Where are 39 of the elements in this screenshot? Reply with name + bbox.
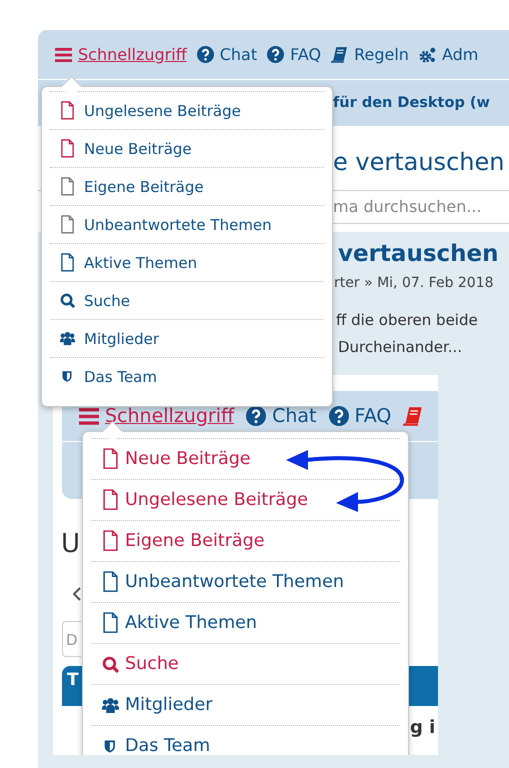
menu-item[interactable]: Suche [50,281,324,319]
nav-link[interactable]: Chat [220,45,258,64]
nav-link[interactable]: Chat [272,405,317,427]
quick-access-link[interactable]: Schnellzugriff [105,405,234,427]
book-icon [331,46,348,63]
nav-link[interactable]: Adm [442,45,478,64]
menu-item[interactable]: Das Team [91,725,400,755]
topic-title: g i [410,717,436,738]
quick-access-link[interactable]: Schnellzugriff [78,45,187,64]
nav-link[interactable]: FAQ [290,45,322,64]
breadcrumb-text: für den Desktop (w [333,95,490,111]
gears-icon [418,46,436,63]
menu-item[interactable]: Ungelesene Beiträge [50,91,324,129]
help-icon [196,46,214,63]
menu-item[interactable]: Mitglieder [50,319,324,357]
menu-item[interactable]: Suche [91,643,400,684]
menu-item[interactable]: Das Team [50,357,324,395]
menu-item[interactable]: Eigene Beiträge [50,167,324,205]
post-text: ff die oberen beide [336,310,479,331]
menu-item[interactable]: Mitglieder [91,684,400,725]
page-title: e vertauschen [333,148,504,176]
page-title: U [61,528,80,561]
menu-icon[interactable] [55,46,72,62]
menu-item[interactable]: Unbeantwortete Themen [91,561,400,602]
post-meta: rter » Mi, 07. Feb 2018 [334,275,495,291]
help-icon [267,46,284,63]
post-title: vertauschen [338,241,500,267]
book-icon [403,406,424,426]
menu-item[interactable]: Neue Beiträge [50,129,324,167]
nav-link[interactable]: FAQ [354,405,392,427]
nav-link[interactable]: Regeln [354,45,409,64]
chevron-left-icon [73,587,81,601]
menu-icon[interactable] [79,407,99,425]
menu-item[interactable]: Eigene Beiträge [91,520,400,561]
help-icon [328,406,349,426]
menu-item[interactable]: Aktive Themen [50,243,324,281]
post-text: Durcheinander... [338,337,464,358]
menu-item[interactable]: Unbeantwortete Themen [50,205,324,243]
menu-item[interactable]: Aktive Themen [91,602,400,643]
